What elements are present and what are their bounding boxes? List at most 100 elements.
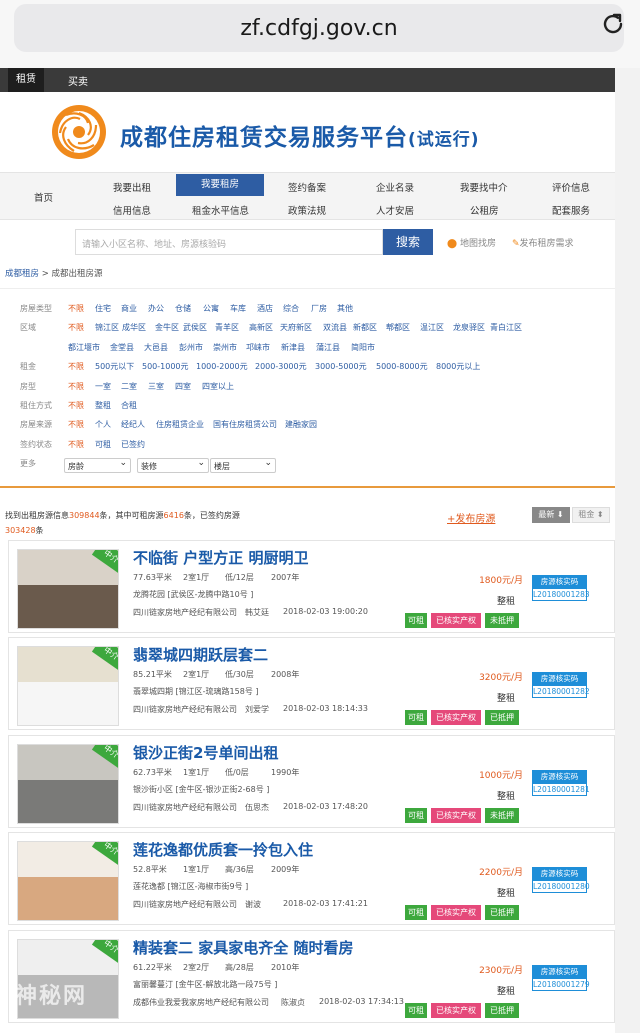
filter-option[interactable]: 金堂县 [110, 342, 134, 353]
listing-title[interactable]: 不临街 户型方正 明厨明卫 [133, 547, 308, 568]
sort-rent-button[interactable]: 租金 ⬍ [572, 507, 610, 523]
filter-option[interactable]: 仓储 [175, 303, 191, 314]
map-search-link[interactable]: ⬤ 地图找房 [447, 236, 496, 249]
site-logo-icon[interactable] [50, 103, 108, 161]
filter-option[interactable]: 三室 [148, 381, 164, 392]
filter-option[interactable]: 二室 [121, 381, 137, 392]
tab-rent[interactable]: 租赁 [8, 68, 44, 92]
listing-title[interactable]: 银沙正街2号单间出租 [133, 742, 278, 763]
listing-card[interactable]: 中介 莲花逸都优质套一拎包入住 52.8平米 1室1厅 高/36层 2009年 莲花逸都 [… [8, 832, 615, 925]
filter-option[interactable]: 不限 [68, 419, 84, 430]
publish-listing-link[interactable]: +发布房源 [447, 510, 495, 525]
filter-option[interactable]: 车库 [230, 303, 246, 314]
filter-option[interactable]: 温江区 [420, 322, 444, 333]
filter-option[interactable]: 500-1000元 [142, 361, 189, 372]
filter-option[interactable]: 个人 [95, 419, 111, 430]
filter-select[interactable]: 装修 [137, 458, 209, 473]
filter-option[interactable]: 酒店 [257, 303, 273, 314]
listing-card[interactable]: 中介 银沙正街2号单间出租 62.73平米 1室1厅 低/0层 1990年 银沙街小区 [金… [8, 735, 615, 828]
listing-photo[interactable]: 中介 [17, 549, 119, 629]
filter-option[interactable]: 四室 [175, 381, 191, 392]
nav-item-company-list[interactable]: 企业名录 [376, 180, 414, 194]
verify-code-box[interactable]: 房源核实码 L20180001280 [532, 867, 590, 893]
nav-item-rent-level[interactable]: 租金水平信息 [192, 203, 249, 217]
filter-option[interactable]: 不限 [68, 361, 84, 372]
filter-option[interactable]: 都江堰市 [68, 342, 100, 353]
filter-option[interactable]: 不限 [68, 381, 84, 392]
filter-option[interactable]: 大邑县 [144, 342, 168, 353]
filter-option[interactable]: 办公 [148, 303, 164, 314]
reload-icon[interactable] [600, 11, 626, 37]
filter-option[interactable]: 崇州市 [213, 342, 237, 353]
listing-card[interactable]: 中介 不临街 户型方正 明厨明卫 77.63平米 2室1厅 低/12层 2007年 龙腾花园… [8, 540, 615, 633]
filter-option[interactable]: 8000元以上 [436, 361, 480, 372]
tab-sale[interactable]: 买卖 [68, 73, 88, 88]
filter-option[interactable]: 成华区 [122, 322, 146, 333]
filter-option[interactable]: 2000-3000元 [255, 361, 307, 372]
filter-option[interactable]: 合租 [121, 400, 137, 411]
listing-photo[interactable]: 中介 [17, 646, 119, 726]
filter-option[interactable]: 彭州市 [179, 342, 203, 353]
sort-newest-button[interactable]: 最新 ⬇ [532, 507, 570, 523]
filter-option[interactable]: 简阳市 [351, 342, 375, 353]
filter-option[interactable]: 5000-8000元 [376, 361, 428, 372]
filter-option[interactable]: 一室 [95, 381, 111, 392]
filter-select[interactable]: 房龄 [64, 458, 131, 473]
filter-select[interactable]: 楼层 [210, 458, 276, 473]
verify-code-box[interactable]: 房源核实码 L20180001279 [532, 965, 590, 991]
filter-option[interactable]: 住宅 [95, 303, 111, 314]
filter-option[interactable]: 可租 [95, 439, 111, 450]
filter-option[interactable]: 公寓 [203, 303, 219, 314]
filter-option[interactable]: 金牛区 [155, 322, 179, 333]
filter-option[interactable]: 青羊区 [215, 322, 239, 333]
filter-option[interactable]: 不限 [68, 322, 84, 333]
filter-option[interactable]: 不限 [68, 439, 84, 450]
nav-item-credit[interactable]: 信用信息 [113, 203, 151, 217]
filter-option[interactable]: 不限 [68, 400, 84, 411]
filter-option[interactable]: 经纪人 [121, 419, 145, 430]
nav-item-find-agent[interactable]: 我要找中介 [460, 180, 508, 194]
filter-option[interactable]: 武侯区 [183, 322, 207, 333]
filter-option[interactable]: 锦江区 [95, 322, 119, 333]
listing-title[interactable]: 精装套二 家具家电齐全 随时看房 [133, 937, 353, 958]
nav-item-find-rental[interactable]: 我要租房 [176, 174, 264, 196]
filter-option[interactable]: 厂房 [311, 303, 327, 314]
filter-option[interactable]: 建融家园 [285, 419, 317, 430]
filter-option[interactable]: 500元以下 [95, 361, 134, 372]
filter-option[interactable]: 住房租赁企业 [156, 419, 204, 430]
listing-card[interactable]: 中介 精装套二 家具家电齐全 随时看房 61.22平米 2室2厅 高/28层 2010年富… [8, 930, 615, 1023]
nav-item-talent-housing[interactable]: 人才安居 [376, 203, 414, 217]
nav-item-services[interactable]: 配套服务 [552, 203, 590, 217]
filter-option[interactable]: 已签约 [121, 439, 145, 450]
filter-option[interactable]: 郫都区 [386, 322, 410, 333]
nav-item-list-rental[interactable]: 我要出租 [113, 180, 151, 194]
filter-option[interactable]: 其他 [337, 303, 353, 314]
filter-option[interactable]: 四室以上 [202, 381, 234, 392]
nav-item-public-rental[interactable]: 公租房 [470, 203, 499, 217]
verify-code-box[interactable]: 房源核实码 L20180001282 [532, 672, 590, 698]
nav-home[interactable]: 首页 [34, 190, 53, 204]
nav-item-contract-filing[interactable]: 签约备案 [288, 180, 326, 194]
address-bar[interactable]: zf.cdfgj.gov.cn [14, 4, 624, 52]
publish-demand-link[interactable]: ✎发布租房需求 [512, 236, 574, 249]
nav-item-reviews[interactable]: 评价信息 [552, 180, 590, 194]
listing-card[interactable]: 中介 翡翠城四期跃层套二 85.21平米 2室1厅 低/30层 2008年 翡翠城四期 [锦… [8, 637, 615, 730]
filter-option[interactable]: 双流县 [323, 322, 347, 333]
search-button[interactable]: 搜索 [383, 229, 433, 255]
filter-option[interactable]: 整租 [95, 400, 111, 411]
filter-option[interactable]: 综合 [283, 303, 299, 314]
listing-photo[interactable]: 中介 [17, 841, 119, 921]
filter-option[interactable]: 青白江区 [490, 322, 522, 333]
filter-option[interactable]: 高新区 [249, 322, 273, 333]
filter-option[interactable]: 新都区 [353, 322, 377, 333]
filter-option[interactable]: 龙泉驿区 [453, 322, 485, 333]
filter-option[interactable]: 蒲江县 [316, 342, 340, 353]
listing-title[interactable]: 翡翠城四期跃层套二 [133, 644, 268, 665]
verify-code-box[interactable]: 房源核实码 L20180001281 [532, 770, 590, 796]
breadcrumb-root[interactable]: 成都租房 [5, 269, 39, 279]
filter-option[interactable]: 1000-2000元 [196, 361, 248, 372]
filter-option[interactable]: 3000-5000元 [315, 361, 367, 372]
filter-option[interactable]: 不限 [68, 303, 84, 314]
nav-item-policy[interactable]: 政策法规 [288, 203, 326, 217]
listing-photo[interactable]: 中介 [17, 744, 119, 824]
